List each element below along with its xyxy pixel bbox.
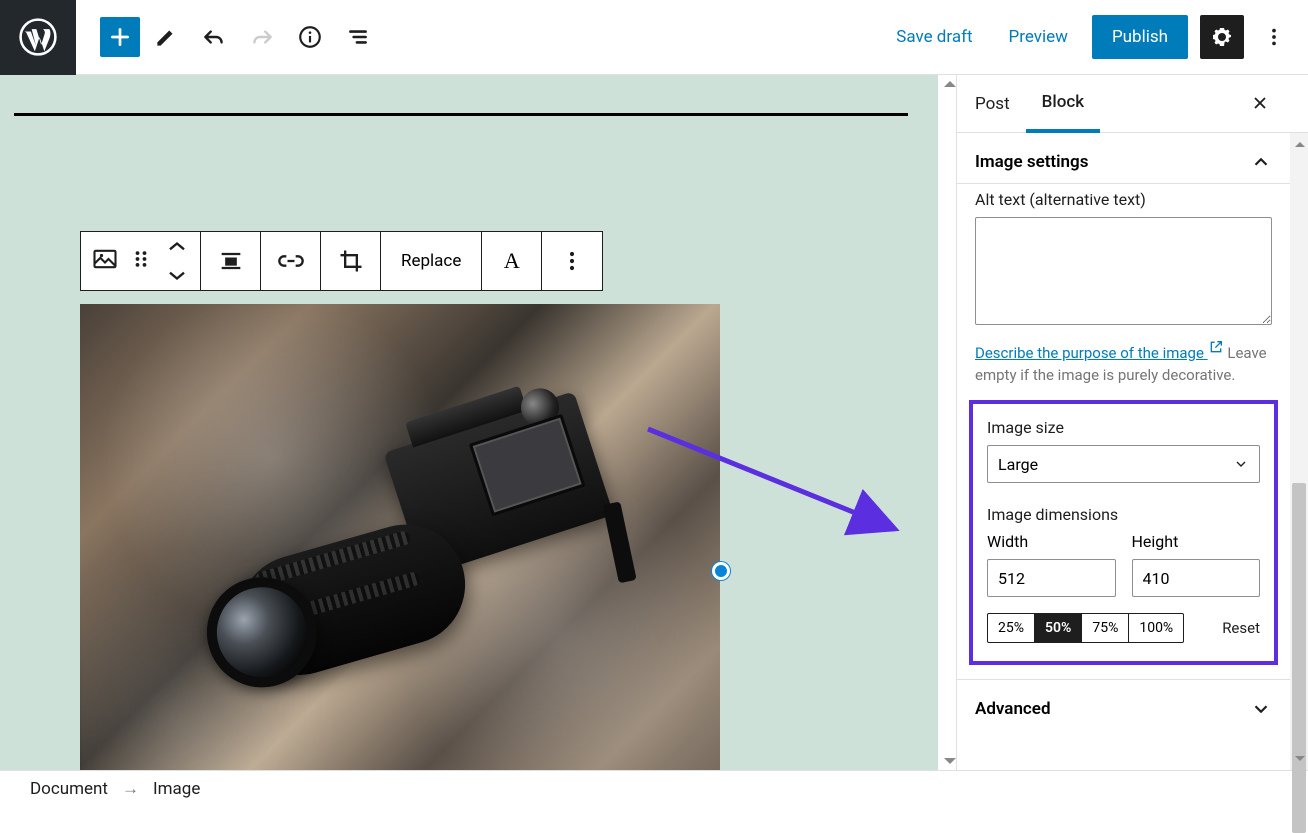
crop-icon [337,247,365,275]
alt-text-field-group: Alt text (alternative text) Describe the… [957,184,1308,400]
breadcrumb-separator: → [122,779,139,799]
sidebar-scrollbar[interactable] [1290,133,1308,770]
alt-text-textarea[interactable] [975,217,1272,325]
describe-image-link[interactable]: Describe the purpose of the image [975,344,1224,362]
wordpress-logo[interactable] [0,0,76,75]
dots-vertical-icon [1263,26,1285,48]
replace-button[interactable]: Replace [381,232,482,290]
drag-handle-icon[interactable] [127,245,155,277]
advanced-title: Advanced [975,699,1051,719]
pct-100-button[interactable]: 100% [1129,614,1183,642]
dots-vertical-icon [558,247,586,275]
align-icon [217,247,245,275]
align-button[interactable] [201,232,261,290]
link-icon [277,247,305,275]
sidebar-tabs: Post Block [957,75,1308,133]
edit-mode-button[interactable] [144,15,188,59]
publish-button[interactable]: Publish [1092,15,1188,59]
list-view-icon [345,24,371,50]
breadcrumb-document[interactable]: Document [30,779,108,799]
chevron-down-icon [1233,456,1249,472]
resize-handle-right[interactable] [712,562,730,580]
separator-block[interactable] [14,113,908,116]
width-label: Width [987,532,1116,551]
image-size-highlight: Image size Large Image dimensions Width … [969,400,1278,665]
more-options-button[interactable] [1256,15,1292,59]
image-dimensions-title: Image dimensions [987,505,1260,524]
close-icon [1250,93,1270,113]
canvas-scrollbar[interactable] [938,75,956,770]
tab-block[interactable]: Block [1026,76,1100,133]
block-type-controls [81,232,201,290]
undo-icon [201,24,227,50]
crop-button[interactable] [321,232,381,290]
preview-button[interactable]: Preview [997,19,1080,55]
redo-button[interactable] [240,15,284,59]
settings-sidebar: Post Block Image settings Alt text (alte… [956,75,1308,770]
plus-icon [107,24,133,50]
height-label: Height [1132,532,1261,551]
wordpress-icon [19,18,57,56]
chevron-down-icon [1250,698,1272,720]
image-size-value: Large [998,455,1038,474]
link-button[interactable] [261,232,321,290]
advanced-panel-header[interactable]: Advanced [957,680,1308,738]
settings-button[interactable] [1200,15,1244,59]
list-view-button[interactable] [336,15,380,59]
alt-text-label: Alt text (alternative text) [975,190,1272,209]
close-sidebar-button[interactable] [1250,93,1270,118]
info-icon [297,24,323,50]
typography-button[interactable]: A [482,232,542,290]
image-content-camera [200,353,660,770]
percentage-buttons: 25% 50% 75% 100% [987,613,1184,643]
block-mover[interactable] [163,233,191,289]
editor-canvas[interactable]: Replace A [0,75,938,770]
image-block[interactable] [80,304,720,770]
info-button[interactable] [288,15,332,59]
breadcrumb-image[interactable]: Image [153,779,200,799]
gear-icon [1210,25,1234,49]
image-settings-title: Image settings [975,152,1088,172]
editor-topbar: Save draft Preview Publish [0,0,1308,75]
image-block-icon[interactable] [91,245,119,277]
alt-text-help: Describe the purpose of the image Leave … [975,339,1272,386]
image-size-select[interactable]: Large [987,445,1260,483]
pct-50-button[interactable]: 50% [1035,614,1082,642]
image-settings-panel: Image settings [957,133,1308,184]
add-block-button[interactable] [100,17,140,57]
chevron-down-icon [163,261,191,289]
tab-post[interactable]: Post [975,75,1026,132]
height-input[interactable] [1132,559,1261,597]
breadcrumb: Document → Image [0,770,1308,806]
pct-75-button[interactable]: 75% [1082,614,1129,642]
save-draft-button[interactable]: Save draft [884,19,984,55]
chevron-up-icon [163,233,191,261]
image-size-label: Image size [987,418,1260,437]
editor-canvas-wrap: Replace A [0,75,956,770]
undo-button[interactable] [192,15,236,59]
image-settings-header[interactable]: Image settings [975,151,1272,173]
chevron-up-icon [1250,151,1272,173]
block-toolbar: Replace A [80,231,603,291]
external-link-icon [1208,339,1224,362]
redo-icon [249,24,275,50]
pencil-icon [153,24,179,50]
editor-main: Replace A [0,75,1308,770]
topbar-right-tools: Save draft Preview Publish [884,15,1308,59]
reset-dimensions-button[interactable]: Reset [1222,619,1260,637]
topbar-left-tools [76,15,380,59]
dimension-inputs: Width Height [987,532,1260,597]
width-input[interactable] [987,559,1116,597]
pct-25-button[interactable]: 25% [988,614,1035,642]
percentage-row: 25% 50% 75% 100% Reset [987,613,1260,643]
block-more-button[interactable] [542,232,602,290]
